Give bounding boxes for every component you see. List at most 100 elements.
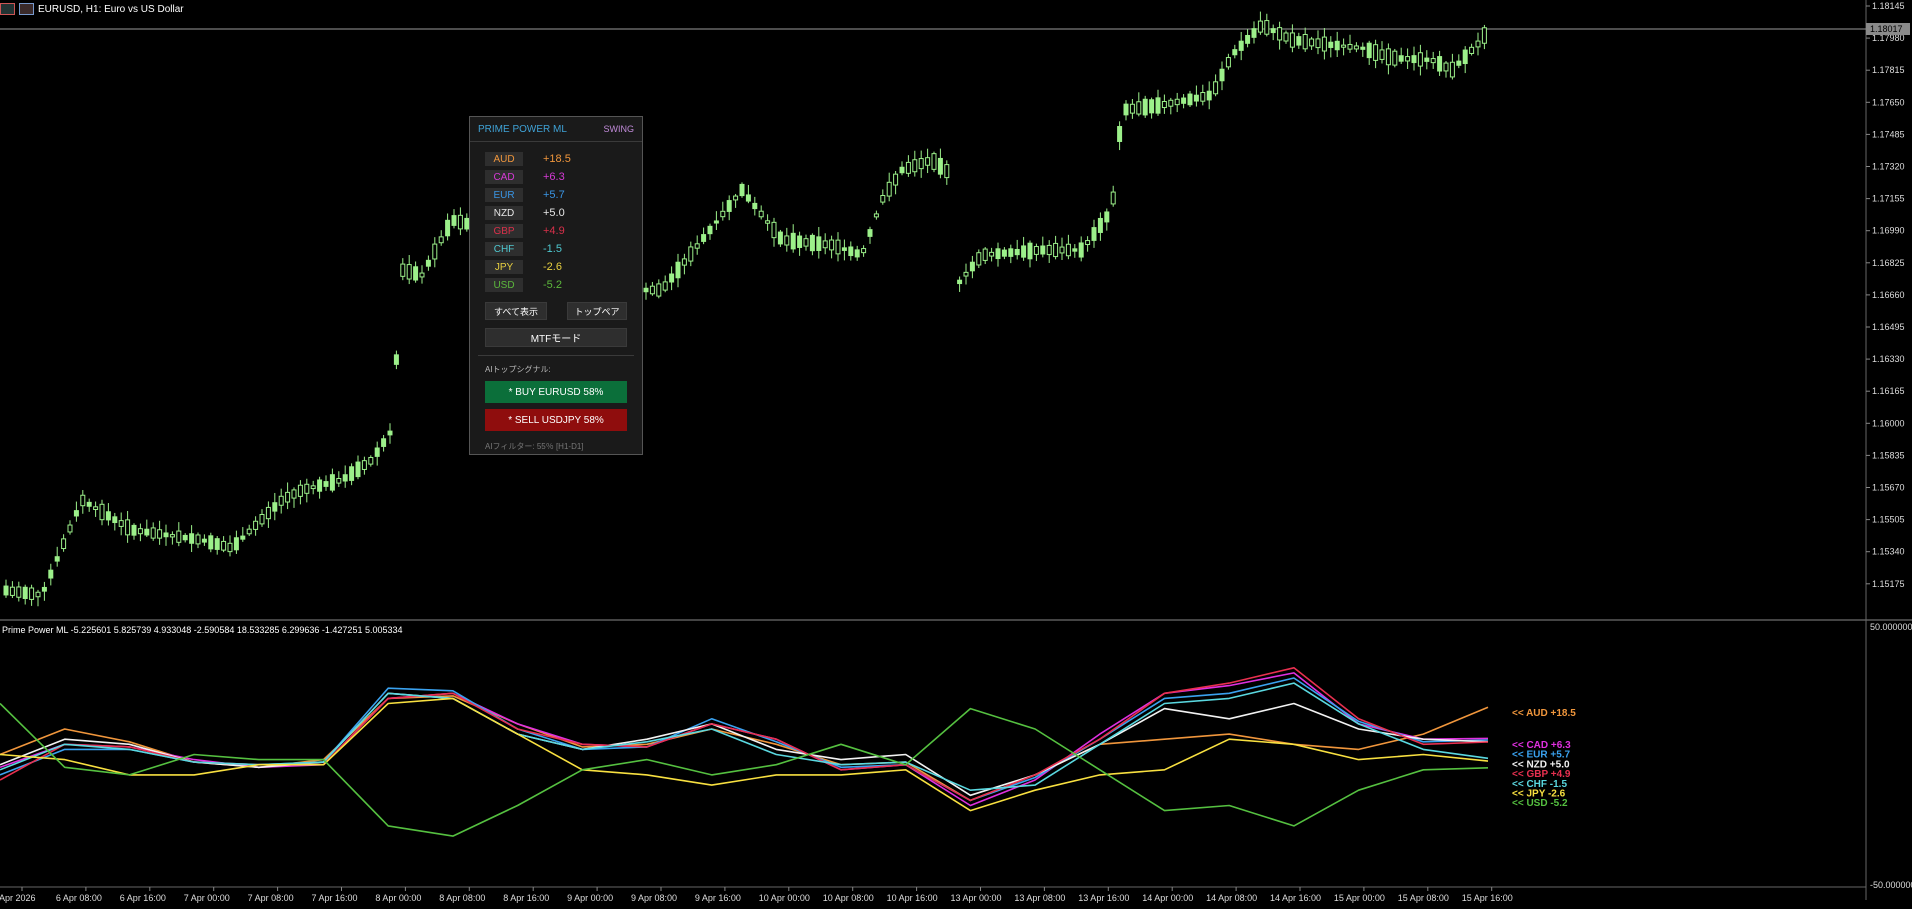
candle-body xyxy=(317,479,323,492)
candle-body xyxy=(1366,42,1372,59)
currency-strength-value: -2.6 xyxy=(543,261,562,273)
currency-strength-value: +18.5 xyxy=(543,153,571,165)
indicator-axis-bottom: -50.000000 xyxy=(1870,880,1912,890)
time-tick-label: 10 Apr 16:00 xyxy=(887,893,938,903)
candle-body xyxy=(1373,44,1379,61)
price-tick-label: 1.16990 xyxy=(1872,226,1905,236)
candle-body xyxy=(976,252,982,266)
candle-body xyxy=(80,494,86,507)
candle-body xyxy=(1181,97,1187,104)
time-tick-label: 13 Apr 16:00 xyxy=(1078,893,1129,903)
price-tick-label: 1.16495 xyxy=(1872,322,1905,332)
buy-signal-button[interactable]: * BUY EURUSD 58% xyxy=(485,381,627,403)
candle-body xyxy=(1014,248,1020,256)
chart-canvas[interactable]: 1.181451.179801.178151.176501.174851.173… xyxy=(0,0,1912,909)
candle-body xyxy=(1302,33,1308,50)
currency-code: CHF xyxy=(485,242,523,256)
candle-body xyxy=(54,556,60,562)
candle-body xyxy=(9,586,15,596)
candle-body xyxy=(701,234,707,242)
candle-body xyxy=(246,528,252,535)
candle-body xyxy=(1385,48,1391,66)
chart-window-icon xyxy=(0,3,15,15)
candle-body xyxy=(1277,27,1283,41)
candle-body xyxy=(163,532,169,538)
candle-body xyxy=(1174,98,1180,106)
candle-body xyxy=(1392,50,1398,66)
strength-label: << AUD +18.5 xyxy=(1512,708,1576,719)
candle-body xyxy=(93,506,99,510)
candle-body xyxy=(1021,245,1027,258)
candle-body xyxy=(861,248,867,254)
candle-body xyxy=(329,474,335,491)
candle-body xyxy=(720,210,726,218)
time-tick-label: 14 Apr 16:00 xyxy=(1270,893,1321,903)
candle-body xyxy=(1129,103,1135,114)
candle-body xyxy=(240,535,246,540)
candle-body xyxy=(1353,45,1359,50)
candle-body xyxy=(1264,20,1270,35)
candle-body xyxy=(1097,217,1103,233)
candle-body xyxy=(681,258,687,266)
candle-body xyxy=(1283,32,1289,42)
candle-body xyxy=(131,524,137,536)
candle-body xyxy=(195,534,201,545)
candle-body xyxy=(86,501,92,507)
candle-body xyxy=(982,248,988,261)
prime-power-panel[interactable]: PRIME POWER ML SWING AUD +18.5 CAD +6.3 EUR +… xyxy=(469,116,643,455)
price-tick-label: 1.16825 xyxy=(1872,258,1905,268)
candle-body xyxy=(1398,55,1404,62)
candle-body xyxy=(265,506,271,520)
mtf-mode-button[interactable]: MTFモード xyxy=(485,328,627,347)
panel-mode-badge: SWING xyxy=(603,124,635,134)
candle-body xyxy=(1213,81,1219,95)
candle-body xyxy=(829,239,835,251)
price-tick-label: 1.15340 xyxy=(1872,547,1905,557)
candle-body xyxy=(1289,32,1295,48)
candle-body xyxy=(432,243,438,260)
candle-body xyxy=(963,271,969,277)
currency-row-aud: AUD +18.5 xyxy=(470,150,642,168)
currency-strength-value: +4.9 xyxy=(543,225,565,237)
candle-body xyxy=(1456,60,1462,66)
candle-body xyxy=(413,266,419,281)
currency-code: CAD xyxy=(485,170,523,184)
candle-body xyxy=(1040,245,1046,255)
candle-body xyxy=(1161,100,1167,109)
candle-body xyxy=(1334,40,1340,51)
candle-body xyxy=(457,214,463,230)
candle-body xyxy=(1449,61,1455,78)
candle-body xyxy=(643,287,649,293)
price-tick-label: 1.18145 xyxy=(1872,1,1905,11)
candle-body xyxy=(873,213,879,218)
candle-body xyxy=(419,272,425,278)
candle-body xyxy=(777,231,783,245)
candle-body xyxy=(1078,242,1084,258)
currency-code: NZD xyxy=(485,206,523,220)
candle-body xyxy=(445,219,451,237)
time-tick-label: 10 Apr 08:00 xyxy=(823,893,874,903)
candle-body xyxy=(1008,248,1014,257)
candle-body xyxy=(387,430,393,436)
currency-code: GBP xyxy=(485,224,523,238)
show-all-button[interactable]: すべて表示 xyxy=(485,302,547,320)
price-tick-label: 1.17815 xyxy=(1872,65,1905,75)
candle-body xyxy=(291,489,297,499)
currency-strength-value: -5.2 xyxy=(543,279,562,291)
current-price-label: 1.18017 xyxy=(1870,24,1903,34)
candle-body xyxy=(841,247,847,251)
candle-body xyxy=(214,538,220,550)
currency-strength-list: AUD +18.5 CAD +6.3 EUR +5.7 NZD +5.0 GBP +4.9 CHF -… xyxy=(470,142,642,294)
time-tick-label: 6 Apr 08:00 xyxy=(56,893,102,903)
candle-body xyxy=(1110,191,1116,205)
candle-body xyxy=(1155,97,1161,114)
window-title-bar: EURUSD, H1: Euro vs US Dollar xyxy=(0,0,184,18)
indicator-title: Prime Power ML -5.225601 5.825739 4.9330… xyxy=(2,625,403,635)
candle-body xyxy=(368,456,374,465)
candle-body xyxy=(1481,27,1487,44)
candle-body xyxy=(323,481,329,487)
candle-body xyxy=(1206,90,1212,101)
candle-body xyxy=(381,438,387,447)
sell-signal-button[interactable]: * SELL USDJPY 58% xyxy=(485,409,627,431)
top-pair-button[interactable]: トップペア xyxy=(567,302,627,320)
